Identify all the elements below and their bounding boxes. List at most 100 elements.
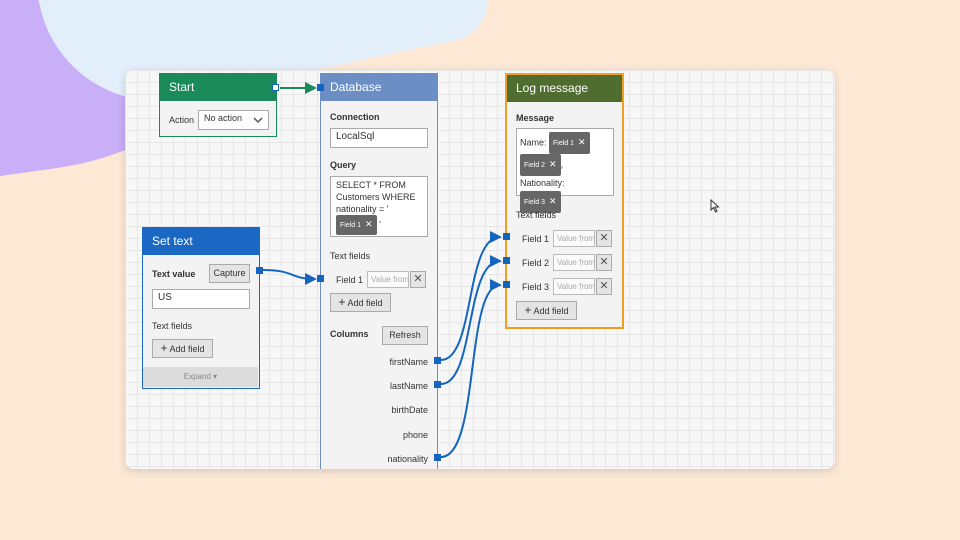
wire-nationality-field3	[440, 279, 502, 458]
workflow-canvas[interactable]: Start Action No action Database Connecti…	[125, 70, 835, 469]
db-add-field-button[interactable]: + Add field	[330, 293, 391, 312]
log-field3-value[interactable]: Value from	[553, 278, 595, 295]
log-field3-port[interactable]	[503, 281, 510, 288]
log-node-header[interactable]: Log message	[507, 75, 622, 102]
log-field1-remove[interactable]: ✕	[596, 230, 612, 247]
message-textarea[interactable]: Name: Field 1 ✕ Field 2 ✕, Nationality: Fi…	[516, 128, 614, 213]
expand-toggle[interactable]: Expand ▾	[143, 367, 258, 387]
chevron-down-icon	[253, 117, 263, 124]
lastname-port[interactable]	[434, 381, 441, 388]
query-tail: '	[379, 219, 381, 230]
text-value-label: Text value	[152, 269, 196, 279]
refresh-label: Refresh	[389, 330, 421, 340]
log-field1-port[interactable]	[503, 233, 510, 240]
st-add-field-label: Add field	[169, 344, 205, 354]
text-value-input[interactable]: US	[152, 289, 250, 309]
mouse-cursor-icon	[710, 199, 720, 213]
text-value: US	[158, 292, 172, 303]
close-icon: ✕	[599, 232, 609, 244]
query-line-2: Customers WHERE	[336, 192, 416, 202]
plus-icon: +	[160, 341, 168, 355]
message-chip-field1[interactable]: Field 1 ✕	[549, 132, 590, 154]
log-add-field-button[interactable]: + Add field	[516, 301, 577, 320]
close-icon: ✕	[599, 256, 609, 268]
query-line-1: SELECT * FROM	[336, 180, 406, 190]
database-node-header[interactable]: Database	[321, 74, 437, 101]
query-textarea[interactable]: SELECT * FROM Customers WHERE nationalit…	[330, 176, 428, 237]
log-text-fields-label: Text fields	[516, 210, 557, 220]
db-field1-value[interactable]: Value from	[367, 271, 409, 288]
settext-node-title: Set text	[152, 234, 193, 248]
wire-lastname-field2	[440, 255, 502, 385]
wire-settext-database	[262, 269, 317, 285]
column-lastname: lastName	[389, 381, 428, 391]
refresh-button[interactable]: Refresh	[382, 326, 428, 345]
action-label: Action	[169, 115, 195, 125]
start-output-port[interactable]	[272, 84, 279, 91]
column-firstname: firstName	[389, 357, 428, 367]
message-comma: ,	[560, 159, 564, 170]
close-icon[interactable]: ✕	[365, 219, 373, 229]
connection-label: Connection	[330, 112, 380, 122]
action-select[interactable]: No action	[198, 110, 269, 130]
db-add-field-label: Add field	[347, 298, 383, 308]
db-input-port[interactable]	[317, 84, 324, 91]
chip2-label: Field 2	[524, 162, 546, 169]
chip1-label: Field 1	[553, 140, 575, 147]
close-icon: ✕	[599, 280, 609, 292]
wire-firstname-field1	[440, 231, 502, 361]
message-chip-field2[interactable]: Field 2 ✕	[520, 154, 561, 176]
column-birthdate: birthDate	[391, 405, 428, 415]
query-label: Query	[330, 160, 357, 170]
settext-node-header[interactable]: Set text	[143, 228, 259, 255]
log-field1-value[interactable]: Value from	[553, 230, 595, 247]
log-field3-label: Field 3	[522, 282, 550, 292]
close-icon[interactable]: ✕	[578, 137, 586, 147]
query-field-chip[interactable]: Field 1 ✕	[336, 215, 377, 235]
plus-icon: +	[524, 303, 532, 317]
expand-label: Expand	[183, 372, 211, 381]
database-node[interactable]: Database Connection LocalSql Query SELEC…	[320, 73, 438, 469]
firstname-port[interactable]	[434, 357, 441, 364]
column-phone: phone	[402, 430, 428, 440]
log-field2-value[interactable]: Value from	[553, 254, 595, 271]
capture-button[interactable]: Capture	[209, 264, 250, 283]
message-name-text: Name:	[520, 137, 547, 148]
close-icon: ✕	[413, 273, 423, 285]
st-text-fields-label: Text fields	[152, 321, 193, 331]
database-node-title: Database	[330, 80, 382, 94]
log-add-field-label: Add field	[533, 306, 569, 316]
message-nationality-text: Nationality:	[520, 178, 565, 188]
start-node-title: Start	[169, 80, 195, 94]
log-field3-remove[interactable]: ✕	[596, 278, 612, 295]
log-field2-remove[interactable]: ✕	[596, 254, 612, 271]
log-field1-label: Field 1	[522, 234, 550, 244]
action-select-value: No action	[204, 113, 243, 123]
capture-label: Capture	[213, 268, 246, 278]
settext-node[interactable]: Set text Text value Capture US Text fiel…	[142, 227, 260, 389]
connection-input[interactable]: LocalSql	[330, 128, 428, 148]
message-label: Message	[516, 113, 555, 123]
start-node-header[interactable]: Start	[160, 74, 276, 101]
settext-output-port[interactable]	[256, 267, 263, 274]
plus-icon: +	[338, 295, 346, 309]
nationality-port[interactable]	[434, 454, 441, 461]
column-nationality: nationality	[387, 454, 428, 464]
db-field1-remove[interactable]: ✕	[410, 271, 426, 288]
chevron-down-icon: ▾	[213, 372, 218, 381]
log-node-title: Log message	[516, 81, 589, 95]
log-message-node[interactable]: Log message Message Name: Field 1 ✕ Field…	[505, 73, 624, 329]
chip3-label: Field 3	[524, 199, 546, 206]
query-field-chip-label: Field 1	[340, 222, 362, 229]
db-field1-port[interactable]	[317, 275, 324, 282]
close-icon[interactable]: ✕	[549, 159, 557, 169]
st-add-field-button[interactable]: + Add field	[152, 339, 213, 358]
query-line-3: nationality = '	[336, 204, 389, 214]
db-text-fields-label: Text fields	[330, 251, 371, 261]
columns-label: Columns	[330, 329, 369, 339]
log-field2-port[interactable]	[503, 257, 510, 264]
close-icon[interactable]: ✕	[549, 196, 557, 206]
connection-value: LocalSql	[336, 131, 375, 142]
start-node[interactable]: Start Action No action	[159, 73, 277, 137]
db-field1-label: Field 1	[336, 275, 364, 285]
